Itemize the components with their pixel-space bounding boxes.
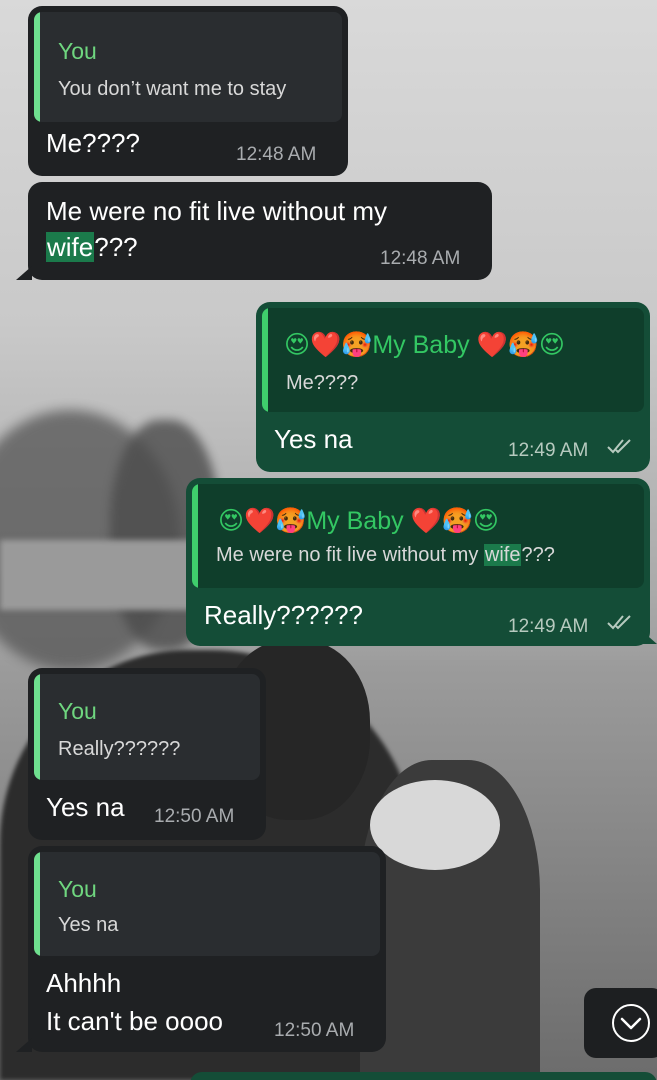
heart-eyes-emoji: 😍 [538, 330, 565, 359]
quote-author: 😍❤️🥵My Baby ❤️🥵😍 [218, 506, 499, 535]
message-bubble-incoming[interactable]: You Really?????? Yes na 12:50 AM [28, 668, 266, 840]
message-text: Me???? [46, 128, 140, 158]
message-text-line1: Me were no fit live without my [46, 196, 388, 226]
message-time: 12:48 AM [380, 248, 461, 269]
heart-emoji: ❤️ [476, 330, 508, 359]
quote-author: 😍❤️🥵My Baby ❤️🥵😍 [284, 330, 565, 359]
quote-text: Really?????? [58, 738, 181, 760]
message-bubble-outgoing[interactable]: 😍❤️🥵My Baby ❤️🥵😍 Me were no fit live wit… [186, 478, 650, 646]
heart-eyes-emoji: 😍 [284, 330, 311, 359]
scroll-to-bottom-button[interactable] [584, 988, 657, 1058]
quote-author: You [58, 38, 97, 64]
message-text: Yes na [46, 792, 125, 822]
message-time: 12:49 AM [508, 440, 589, 461]
search-highlight: wife [46, 232, 95, 262]
reply-quote[interactable]: You You don’t want me to stay [34, 12, 342, 122]
reply-quote[interactable]: You Yes na [34, 852, 380, 956]
message-text-line2: wife??? [46, 232, 138, 262]
bubble-tail [16, 1038, 32, 1052]
message-bubble-outgoing[interactable]: 😍❤️🥵My Baby ❤️🥵😍 Me???? Yes na 12:49 AM [256, 302, 650, 472]
message-bubble-incoming[interactable]: Me were no fit live without my wife??? 1… [28, 182, 492, 280]
quote-author: You [58, 876, 97, 902]
bubble-tail [641, 630, 657, 644]
message-text-line1: Ahhhh [46, 968, 122, 998]
quote-text: Yes na [58, 914, 119, 936]
quote-text: Me were no fit live without my wife??? [216, 544, 555, 566]
message-text-line2: It can't be oooo [46, 1006, 223, 1036]
message-text: Really?????? [204, 600, 364, 630]
bubble-tail [16, 266, 32, 280]
message-bubble-outgoing[interactable] [190, 1072, 657, 1080]
message-time: 12:49 AM [508, 616, 589, 637]
hot-face-emoji: 🥵 [341, 330, 373, 359]
message-bubble-incoming[interactable]: You You don’t want me to stay Me???? 12:… [28, 6, 348, 176]
message-bubble-incoming[interactable]: You Yes na Ahhhh It can't be oooo 12:50 … [28, 846, 386, 1052]
double-check-icon [606, 436, 634, 462]
message-text: Yes na [274, 424, 353, 454]
heart-emoji: ❤️ [310, 330, 342, 359]
chevron-down-icon [620, 1017, 642, 1030]
hot-face-emoji: 🥵 [275, 506, 307, 535]
heart-eyes-emoji: 😍 [218, 506, 245, 535]
quote-author: You [58, 698, 97, 724]
double-check-icon [606, 612, 634, 638]
heart-eyes-emoji: 😍 [472, 506, 499, 535]
hot-face-emoji: 🥵 [507, 330, 539, 359]
quote-text: You don’t want me to stay [58, 78, 287, 100]
reply-quote[interactable]: 😍❤️🥵My Baby ❤️🥵😍 Me were no fit live wit… [192, 484, 644, 588]
message-time: 12:48 AM [236, 144, 317, 165]
quote-text: Me???? [286, 372, 359, 394]
message-time: 12:50 AM [274, 1020, 355, 1041]
hot-face-emoji: 🥵 [441, 506, 473, 535]
heart-emoji: ❤️ [410, 506, 442, 535]
reply-quote[interactable]: You Really?????? [34, 674, 260, 780]
heart-emoji: ❤️ [244, 506, 276, 535]
message-time: 12:50 AM [154, 806, 235, 827]
search-highlight: wife [483, 544, 522, 566]
reply-quote[interactable]: 😍❤️🥵My Baby ❤️🥵😍 Me???? [262, 308, 644, 412]
